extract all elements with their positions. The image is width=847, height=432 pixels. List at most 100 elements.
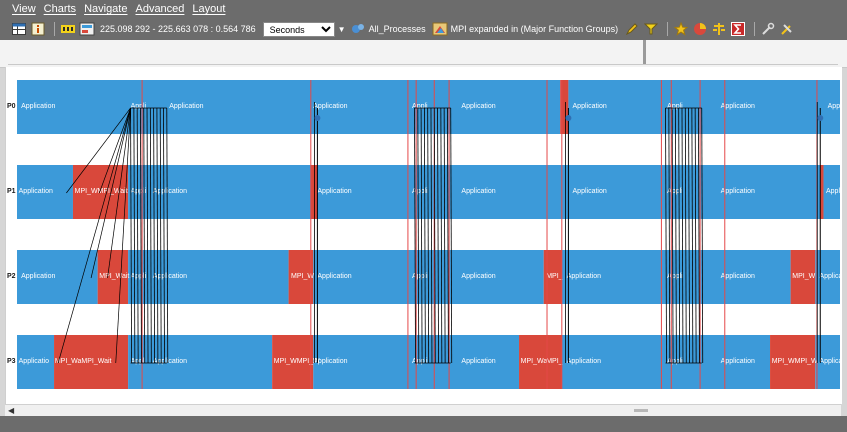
toolbar-separator xyxy=(667,22,669,36)
message-lines xyxy=(57,102,821,364)
message-line xyxy=(57,107,131,364)
star-icon[interactable] xyxy=(673,21,689,37)
segment-label: Application xyxy=(573,103,607,110)
message-line xyxy=(443,107,446,364)
menu-advanced[interactable]: Advanced xyxy=(135,3,184,15)
segment-label: Application xyxy=(721,188,755,195)
message-line xyxy=(698,107,700,364)
time-ruler[interactable] xyxy=(0,40,847,68)
menu-charts[interactable]: Charts xyxy=(44,3,76,15)
message-line xyxy=(694,107,697,364)
message-line xyxy=(146,107,149,364)
segment-label: Application xyxy=(567,358,601,365)
segment-label: Application xyxy=(461,358,495,365)
table-icon[interactable] xyxy=(11,21,27,37)
timeline-canvas[interactable]: P0 Application Appli Application Application… xyxy=(6,67,847,404)
message-line xyxy=(414,107,416,364)
segment-label: Application xyxy=(153,188,187,195)
menu-navigate[interactable]: Navigate xyxy=(84,3,127,15)
function-group-icon[interactable] xyxy=(432,21,448,37)
info-icon[interactable] xyxy=(30,21,46,37)
message-line xyxy=(688,107,690,364)
message-line xyxy=(447,107,449,364)
message-endpoint xyxy=(565,115,572,121)
segment-label: Application xyxy=(313,103,347,110)
message-line xyxy=(423,107,426,364)
segment-label: Application xyxy=(19,188,53,195)
process-group-icon[interactable] xyxy=(350,21,366,37)
segment-label: MPI_ xyxy=(546,273,562,280)
segment-label: Applicati xyxy=(826,188,842,195)
segment-label: Application xyxy=(21,273,55,280)
message-line xyxy=(143,107,146,364)
message-line xyxy=(440,107,443,364)
master-timeline[interactable]: P0 Application Appli Application Application… xyxy=(5,67,847,404)
scroll-thumb[interactable] xyxy=(634,409,648,412)
message-line xyxy=(450,107,453,364)
message-line xyxy=(166,107,169,364)
process-filter-label[interactable]: All_Processes xyxy=(369,24,426,34)
segment-label: Application xyxy=(461,103,495,110)
message-line xyxy=(156,107,159,364)
process-label: P1 xyxy=(7,188,16,195)
message-line xyxy=(668,107,671,364)
chevron-down-icon[interactable]: ▼ xyxy=(338,25,346,34)
time-range-text: 225.098 292 - 225.663 078 : 0.564 786 xyxy=(100,24,256,34)
sigma-icon[interactable] xyxy=(730,21,746,37)
segment-label: Application xyxy=(461,273,495,280)
segment-label: Application xyxy=(567,273,601,280)
message-line xyxy=(678,107,681,364)
menu-layout[interactable]: Layout xyxy=(192,3,225,15)
message-line xyxy=(159,107,162,364)
segment-label: Appli xyxy=(131,103,147,110)
ruler-baseline xyxy=(8,64,838,65)
units-dropdown[interactable]: Seconds xyxy=(262,21,335,37)
message-line xyxy=(130,107,132,364)
settings-icon[interactable] xyxy=(760,21,776,37)
process-label: P2 xyxy=(7,273,16,280)
toolbar-separator xyxy=(754,22,756,36)
tools-icon[interactable] xyxy=(779,21,795,37)
segment-label: Application xyxy=(573,188,607,195)
message-line xyxy=(149,107,152,364)
message-line xyxy=(671,107,674,364)
application-segment[interactable] xyxy=(568,80,840,134)
scale-icon[interactable] xyxy=(711,21,727,37)
message-line xyxy=(153,107,156,364)
message-line xyxy=(417,107,420,364)
message-line xyxy=(136,107,139,364)
menu-view[interactable]: View xyxy=(12,3,36,15)
process-label: P0 xyxy=(7,103,16,110)
message-line xyxy=(437,107,439,364)
message-line xyxy=(675,107,677,364)
message-line xyxy=(684,107,687,364)
message-line xyxy=(701,107,704,364)
message-endpoint xyxy=(314,115,321,121)
segment-label: Application xyxy=(169,103,203,110)
filter-icon[interactable] xyxy=(643,21,659,37)
message-line xyxy=(430,107,433,364)
segment-label: MPI_WaMPI_Wait xyxy=(55,358,112,365)
segment-label: Application xyxy=(313,358,347,365)
application-segment[interactable] xyxy=(128,335,273,389)
segment-label: Application xyxy=(317,273,351,280)
message-line xyxy=(691,107,694,364)
pie-icon[interactable] xyxy=(692,21,708,37)
timeline-icon[interactable] xyxy=(79,21,95,37)
message-line xyxy=(420,107,423,364)
toolbar: 225.098 292 - 225.663 078 : 0.564 786 Se… xyxy=(0,18,847,40)
menu-bar: View Charts Navigate Advanced Layout xyxy=(0,0,847,18)
function-grouping-label[interactable]: MPI expanded in (Major Function Groups) xyxy=(451,24,619,34)
bar-chart-icon[interactable] xyxy=(60,21,76,37)
segment-label: Application xyxy=(317,188,351,195)
pencil-icon[interactable] xyxy=(624,21,640,37)
zoom-marker[interactable] xyxy=(643,40,646,64)
segment-label: MPI_ xyxy=(546,358,562,365)
message-line xyxy=(681,107,684,364)
segment-label: Applicati xyxy=(819,273,842,280)
segment-label: Application xyxy=(721,358,755,365)
toolbar-separator xyxy=(54,22,55,36)
segment-label: Appli xyxy=(412,273,428,280)
scroll-left-arrow-icon[interactable]: ◀ xyxy=(8,406,14,415)
segment-label: Application xyxy=(721,273,755,280)
